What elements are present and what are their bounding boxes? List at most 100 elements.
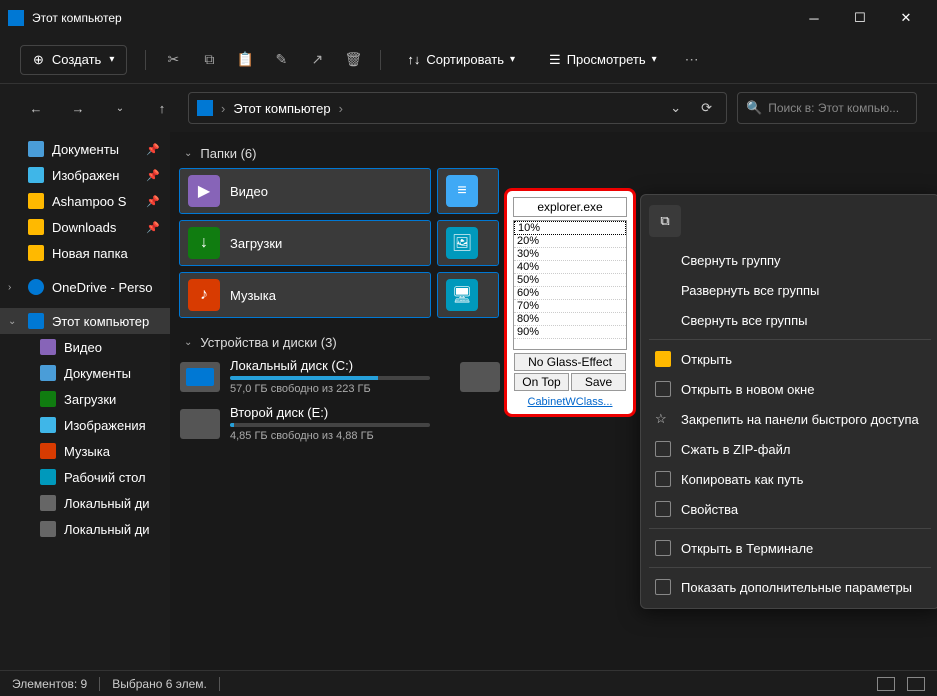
- recent-button[interactable]: ⌄: [104, 92, 136, 124]
- ctx-pin-quick-access[interactable]: ☆ Закрепить на панели быстрого доступа: [641, 404, 937, 434]
- opacity-option[interactable]: 10%: [514, 221, 626, 235]
- folder-desktop[interactable]: 🖥: [438, 273, 498, 317]
- ctx-open-new-window[interactable]: Открыть в новом окне: [641, 374, 937, 404]
- opacity-option[interactable]: 90%: [514, 326, 626, 339]
- sidebar-item-video[interactable]: Видео: [0, 334, 170, 360]
- sidebar-item-label: Downloads: [52, 220, 116, 235]
- minimize-button[interactable]: ─: [791, 0, 837, 36]
- sidebar-item-localdisk[interactable]: Локальный ди: [0, 490, 170, 516]
- on-top-button[interactable]: On Top: [514, 373, 569, 391]
- sidebar-item-documents[interactable]: Документы: [0, 360, 170, 386]
- ctx-collapse-group[interactable]: Свернуть группу: [641, 245, 937, 275]
- folders-group-header[interactable]: ⌄ Папки (6): [180, 138, 927, 169]
- folder-icon: [28, 245, 44, 261]
- sidebar-item-images[interactable]: Изображения: [0, 412, 170, 438]
- star-icon: ☆: [655, 411, 671, 427]
- chevron-down-icon: ▾: [510, 54, 515, 65]
- delete-icon[interactable]: 🗑: [344, 51, 362, 69]
- address-bar[interactable]: › Этот компьютер › ⌄ ⟳: [188, 92, 727, 124]
- folder-documents[interactable]: ≡: [438, 169, 498, 213]
- back-button[interactable]: ←: [20, 92, 52, 124]
- drive-c[interactable]: Локальный диск (C:) 57,0 ГБ свободно из …: [180, 358, 430, 395]
- opacity-list[interactable]: 10% 20% 30% 40% 50% 60% 70% 80% 90%: [513, 220, 627, 350]
- drive-icon: [40, 495, 56, 511]
- copy-icon[interactable]: ⧉: [200, 51, 218, 69]
- ctx-copy-as-path[interactable]: Копировать как путь: [641, 464, 937, 494]
- share-icon[interactable]: ↗: [308, 51, 326, 69]
- maximize-button[interactable]: ☐: [837, 0, 883, 36]
- tiles-view-button[interactable]: [907, 677, 925, 691]
- up-button[interactable]: ↑: [146, 92, 178, 124]
- opacity-option[interactable]: 50%: [514, 274, 626, 287]
- folder-music[interactable]: ♪Музыка: [180, 273, 430, 317]
- drive-icon: [180, 362, 220, 392]
- plus-icon: ⊕: [33, 52, 44, 68]
- sidebar-item-onedrive[interactable]: ›OneDrive - Perso: [0, 274, 170, 300]
- sidebar-item-label: Загрузки: [64, 392, 116, 407]
- opacity-option[interactable]: 60%: [514, 287, 626, 300]
- chevron-right-icon: ›: [8, 282, 11, 293]
- details-view-button[interactable]: [877, 677, 895, 691]
- opacity-option[interactable]: 80%: [514, 313, 626, 326]
- sort-button[interactable]: ↑↓ Сортировать ▾: [399, 48, 523, 71]
- more-icon[interactable]: ⋯: [683, 51, 701, 69]
- navbar: ← → ⌄ ↑ › Этот компьютер › ⌄ ⟳ 🔍 Поиск в…: [0, 84, 937, 132]
- sidebar-item-documents[interactable]: Документы📌: [0, 136, 170, 162]
- save-button[interactable]: Save: [571, 373, 626, 391]
- ctx-copy-icon[interactable]: ⧉: [649, 205, 681, 237]
- sidebar-item-label: Рабочий стол: [64, 470, 146, 485]
- opacity-option[interactable]: 30%: [514, 248, 626, 261]
- rename-icon[interactable]: ✎: [272, 51, 290, 69]
- sidebar-item-downloads[interactable]: Загрузки: [0, 386, 170, 412]
- forward-button[interactable]: →: [62, 92, 94, 124]
- ctx-open[interactable]: Открыть: [641, 344, 937, 374]
- sidebar-item-label: Музыка: [64, 444, 110, 459]
- sidebar-item-localdisk[interactable]: Локальный ди: [0, 516, 170, 542]
- sidebar-item-ashampoo[interactable]: Ashampoo S📌: [0, 188, 170, 214]
- sidebar-item-downloads[interactable]: Downloads📌: [0, 214, 170, 240]
- opacity-option[interactable]: 40%: [514, 261, 626, 274]
- ctx-properties[interactable]: Свойства: [641, 494, 937, 524]
- pin-icon: 📌: [146, 195, 160, 208]
- sidebar-item-label: Видео: [64, 340, 102, 355]
- view-button[interactable]: ☰ Просмотреть ▾: [541, 48, 665, 72]
- ctx-label: Закрепить на панели быстрого доступа: [681, 412, 919, 427]
- ctx-show-more-options[interactable]: Показать дополнительные параметры: [641, 572, 937, 602]
- ctx-compress-zip[interactable]: Сжать в ZIP-файл: [641, 434, 937, 464]
- no-glass-button[interactable]: No Glass-Effect: [514, 353, 626, 371]
- window-class-link[interactable]: CabinetWClass...: [528, 396, 613, 408]
- sidebar-item-music[interactable]: Музыка: [0, 438, 170, 464]
- search-input[interactable]: 🔍 Поиск в: Этот компью...: [737, 92, 917, 124]
- folder-downloads[interactable]: ↓Загрузки: [180, 221, 430, 265]
- blank-icon: [655, 312, 671, 328]
- status-items-count: Элементов: 9: [12, 677, 87, 691]
- breadcrumb[interactable]: Этот компьютер: [233, 101, 330, 116]
- download-icon: ↓: [188, 227, 220, 259]
- ctx-collapse-all[interactable]: Свернуть все группы: [641, 305, 937, 335]
- drive-e[interactable]: Второй диск (E:) 4,85 ГБ свободно из 4,8…: [180, 405, 430, 442]
- blank-icon: [655, 252, 671, 268]
- sidebar-item-label: Документы: [52, 142, 119, 157]
- folder-video[interactable]: ▶Видео: [180, 169, 430, 213]
- chevron-down-icon[interactable]: ⌄: [664, 100, 687, 116]
- new-button[interactable]: ⊕ Создать ▾: [20, 45, 127, 75]
- zip-icon: [655, 441, 671, 457]
- ctx-open-terminal[interactable]: Открыть в Терминале: [641, 533, 937, 563]
- pc-icon: [197, 100, 213, 116]
- ctx-expand-all[interactable]: Развернуть все группы: [641, 275, 937, 305]
- cut-icon[interactable]: ✂: [164, 51, 182, 69]
- folder-images[interactable]: 🖼: [438, 221, 498, 265]
- drive-d[interactable]: [460, 358, 500, 395]
- target-process-input[interactable]: [513, 197, 627, 217]
- opacity-option[interactable]: 70%: [514, 300, 626, 313]
- opacity-option[interactable]: 20%: [514, 235, 626, 248]
- sidebar-item-images[interactable]: Изображен📌: [0, 162, 170, 188]
- sidebar-item-newfolder[interactable]: Новая папка: [0, 240, 170, 266]
- sidebar-item-desktop[interactable]: Рабочий стол: [0, 464, 170, 490]
- close-button[interactable]: ✕: [883, 0, 929, 36]
- more-icon: [655, 579, 671, 595]
- refresh-icon[interactable]: ⟳: [695, 100, 718, 116]
- paste-icon[interactable]: 📋: [236, 51, 254, 69]
- sidebar-item-thispc[interactable]: ⌄Этот компьютер: [0, 308, 170, 334]
- properties-icon: [655, 501, 671, 517]
